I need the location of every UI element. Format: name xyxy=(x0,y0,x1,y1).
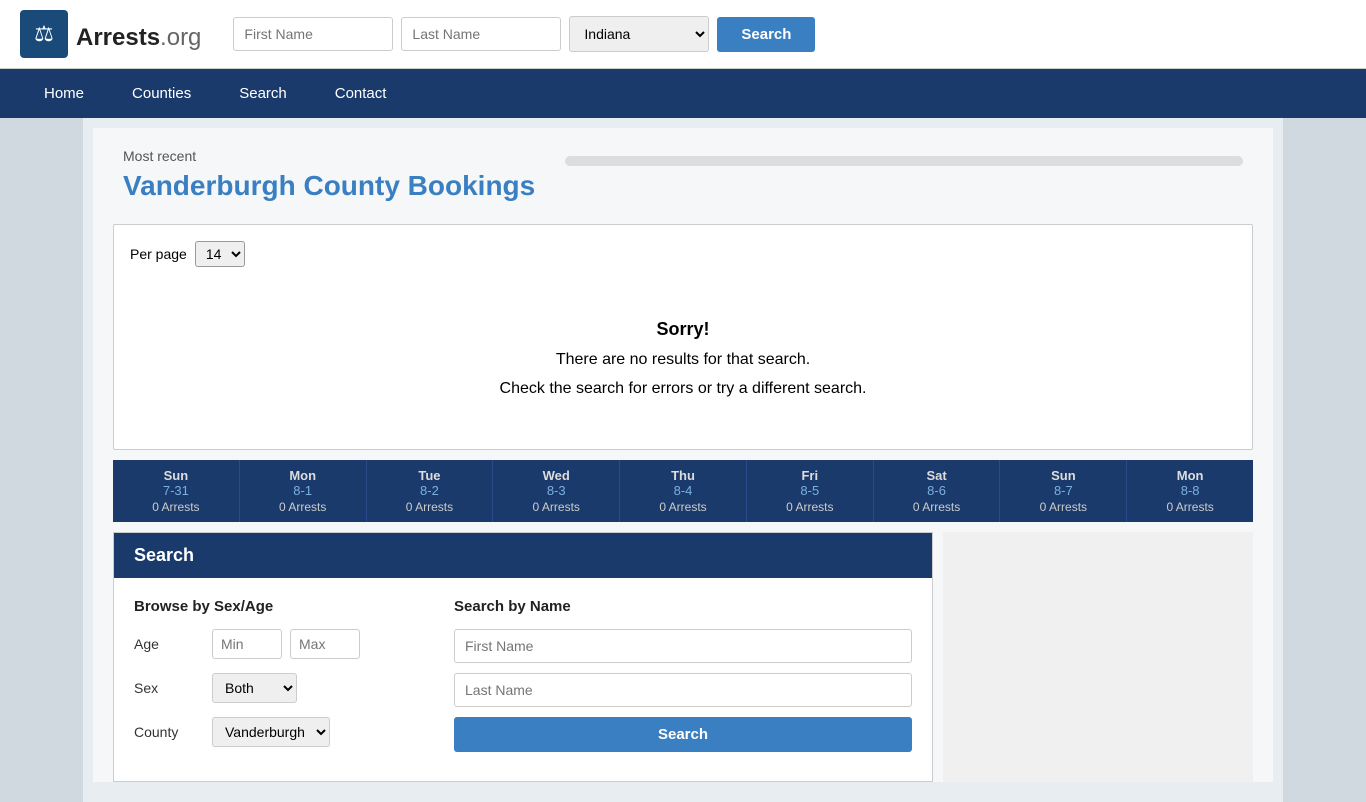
cal-day-name: Sun xyxy=(117,468,235,483)
age-max-input[interactable] xyxy=(290,629,360,659)
search-section: Search Browse by Sex/Age Age Sex xyxy=(113,532,1253,782)
most-recent-text: Most recent Vanderburgh County Bookings xyxy=(123,148,535,204)
cal-day-name: Fri xyxy=(751,468,869,483)
calendar-day-3: Wed 8-3 0 Arrests xyxy=(493,460,620,522)
no-results-line2: There are no results for that search. xyxy=(150,346,1216,375)
per-page-select[interactable]: 10 14 25 50 xyxy=(195,241,245,267)
cal-day-name: Mon xyxy=(1131,468,1249,483)
cal-arrests: 0 Arrests xyxy=(497,500,615,514)
header-search-button[interactable]: Search xyxy=(717,17,815,52)
calendar-day-5: Fri 8-5 0 Arrests xyxy=(747,460,874,522)
browse-section: Browse by Sex/Age Age Sex Both Male Fema xyxy=(134,598,414,761)
most-recent-label: Most recent xyxy=(123,148,535,164)
calendar-strip: Sun 7-31 0 Arrests Mon 8-1 0 Arrests Tue… xyxy=(113,460,1253,522)
county-select[interactable]: Vanderburgh xyxy=(212,717,330,747)
logo-text: Arrests.org xyxy=(76,16,201,53)
cal-arrests: 0 Arrests xyxy=(117,500,235,514)
main-nav: Home Counties Search Contact xyxy=(0,69,1366,118)
most-recent-section: Most recent Vanderburgh County Bookings xyxy=(93,128,1273,214)
calendar-day-2: Tue 8-2 0 Arrests xyxy=(367,460,494,522)
age-min-input[interactable] xyxy=(212,629,282,659)
logo-icon: ⚖ xyxy=(20,10,68,58)
header-last-name-input[interactable] xyxy=(401,17,561,51)
cal-day-date[interactable]: 8-5 xyxy=(751,483,869,498)
cal-day-date[interactable]: 8-6 xyxy=(878,483,996,498)
header-state-select[interactable]: Indiana Alabama California xyxy=(569,16,709,52)
no-results-message: Sorry! There are no results for that sea… xyxy=(130,283,1236,433)
main-content: Most recent Vanderburgh County Bookings … xyxy=(83,118,1283,802)
nav-item-counties[interactable]: Counties xyxy=(108,69,215,118)
cal-day-date[interactable]: 8-4 xyxy=(624,483,742,498)
cal-arrests: 0 Arrests xyxy=(244,500,362,514)
calendar-day-4: Thu 8-4 0 Arrests xyxy=(620,460,747,522)
search-box-body: Browse by Sex/Age Age Sex Both Male Fema xyxy=(114,578,932,781)
cal-day-date[interactable]: 8-7 xyxy=(1004,483,1122,498)
nav-item-contact[interactable]: Contact xyxy=(311,69,411,118)
nav-item-home[interactable]: Home xyxy=(20,69,108,118)
cal-arrests: 0 Arrests xyxy=(751,500,869,514)
calendar-day-8: Mon 8-8 0 Arrests xyxy=(1127,460,1253,522)
county-title: Vanderburgh County Bookings xyxy=(123,168,535,204)
calendar-day-0: Sun 7-31 0 Arrests xyxy=(113,460,240,522)
search-box: Search Browse by Sex/Age Age Sex xyxy=(113,532,933,782)
search-name-button[interactable]: Search xyxy=(454,717,912,752)
sex-row: Sex Both Male Female xyxy=(134,673,414,703)
scrollbar-area xyxy=(565,148,1243,166)
age-row: Age xyxy=(134,629,414,659)
site-header: ⚖ Arrests.org Indiana Alabama California… xyxy=(0,0,1366,69)
cal-day-date[interactable]: 8-8 xyxy=(1131,483,1249,498)
per-page-row: Per page 10 14 25 50 xyxy=(130,241,1236,267)
cal-arrests: 0 Arrests xyxy=(1131,500,1249,514)
cal-arrests: 0 Arrests xyxy=(624,500,742,514)
browse-title: Browse by Sex/Age xyxy=(134,598,414,615)
logo: ⚖ Arrests.org xyxy=(20,10,201,58)
calendar-day-7: Sun 8-7 0 Arrests xyxy=(1000,460,1127,522)
cal-day-name: Sat xyxy=(878,468,996,483)
content-wrapper: Most recent Vanderburgh County Bookings … xyxy=(93,128,1273,782)
search-name-title: Search by Name xyxy=(454,598,912,615)
nav-item-search[interactable]: Search xyxy=(215,69,311,118)
sex-select[interactable]: Both Male Female xyxy=(212,673,297,703)
no-results-line3: Check the search for errors or try a dif… xyxy=(150,375,1216,404)
cal-day-date[interactable]: 8-1 xyxy=(244,483,362,498)
age-label: Age xyxy=(134,636,204,652)
cal-day-name: Mon xyxy=(244,468,362,483)
cal-day-name: Sun xyxy=(1004,468,1122,483)
cal-day-date[interactable]: 8-2 xyxy=(371,483,489,498)
search-first-name-input[interactable] xyxy=(454,629,912,663)
cal-day-name: Thu xyxy=(624,468,742,483)
cal-day-name: Tue xyxy=(371,468,489,483)
cal-arrests: 0 Arrests xyxy=(371,500,489,514)
county-row: County Vanderburgh xyxy=(134,717,414,747)
header-search-form: Indiana Alabama California Search xyxy=(233,16,1346,52)
cal-arrests: 0 Arrests xyxy=(1004,500,1122,514)
ad-section xyxy=(943,532,1253,782)
cal-day-name: Wed xyxy=(497,468,615,483)
calendar-day-6: Sat 8-6 0 Arrests xyxy=(874,460,1001,522)
cal-day-date[interactable]: 8-3 xyxy=(497,483,615,498)
search-name-section: Search by Name Search xyxy=(454,598,912,761)
search-box-header: Search xyxy=(114,533,932,578)
sex-label: Sex xyxy=(134,680,204,696)
header-first-name-input[interactable] xyxy=(233,17,393,51)
no-results-sorry: Sorry! xyxy=(150,313,1216,345)
search-last-name-input[interactable] xyxy=(454,673,912,707)
per-page-label: Per page xyxy=(130,246,187,262)
cal-day-date[interactable]: 7-31 xyxy=(117,483,235,498)
scrollbar-track[interactable] xyxy=(565,156,1243,166)
county-label: County xyxy=(134,724,204,740)
cal-arrests: 0 Arrests xyxy=(878,500,996,514)
results-area: Per page 10 14 25 50 Sorry! There are no… xyxy=(113,224,1253,450)
calendar-day-1: Mon 8-1 0 Arrests xyxy=(240,460,367,522)
